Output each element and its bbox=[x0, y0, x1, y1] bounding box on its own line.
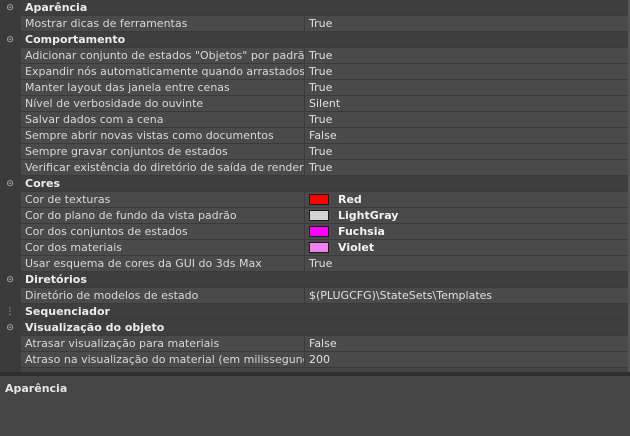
category-header-bg bbox=[21, 272, 630, 287]
property-value[interactable]: Red bbox=[305, 192, 630, 207]
property-name: Verificar existência do diretório de saí… bbox=[21, 160, 305, 175]
color-swatch[interactable] bbox=[309, 225, 329, 237]
property-value[interactable]: Violet bbox=[305, 240, 630, 255]
category-label: Cores bbox=[25, 177, 61, 190]
property-value-text: $(PLUGCFG)\StateSets\Templates bbox=[309, 289, 493, 302]
property-name: Atraso na visualização do material (em m… bbox=[21, 352, 305, 367]
property-value[interactable]: True bbox=[305, 64, 630, 79]
property-row[interactable]: Mostrar dicas de ferramentas True bbox=[0, 16, 630, 32]
category-header-bg bbox=[21, 0, 630, 15]
property-value[interactable]: True bbox=[305, 160, 630, 175]
property-row[interactable]: Cor dos materiais Violet bbox=[0, 240, 630, 256]
property-rows: ⊝ Aparência Mostrar dicas de ferramentas Tr… bbox=[0, 0, 630, 368]
property-value[interactable]: LightGray bbox=[305, 208, 630, 223]
color-swatch[interactable] bbox=[309, 241, 329, 253]
property-value[interactable]: False bbox=[305, 128, 630, 143]
property-value[interactable]: True bbox=[305, 48, 630, 63]
property-value[interactable]: True bbox=[305, 16, 630, 31]
expand-icon[interactable]: ⋮ bbox=[4, 304, 16, 320]
property-name: Expandir nós automaticamente quando arra… bbox=[21, 64, 305, 79]
property-value-text: True bbox=[309, 145, 333, 158]
property-row[interactable]: Usar esquema de cores da GUI do 3ds Max T… bbox=[0, 256, 630, 272]
property-name: Cor dos conjuntos de estados bbox=[21, 224, 305, 239]
property-value-text: 200 bbox=[309, 353, 330, 366]
property-name: Adicionar conjunto de estados "Objetos" … bbox=[21, 48, 305, 63]
category-label: Visualização do objeto bbox=[25, 321, 165, 334]
collapse-icon[interactable]: ⊝ bbox=[4, 0, 16, 16]
property-value[interactable]: True bbox=[305, 80, 630, 95]
category-4[interactable]: ⋮ Sequenciador bbox=[0, 304, 630, 320]
color-swatch[interactable] bbox=[309, 209, 329, 221]
property-value-text: True bbox=[309, 17, 333, 30]
color-swatch[interactable] bbox=[309, 193, 329, 205]
property-row[interactable]: Nível de verbosidade do ouvinte Silent bbox=[0, 96, 630, 112]
category-label: Sequenciador bbox=[25, 305, 110, 318]
property-value[interactable]: $(PLUGCFG)\StateSets\Templates bbox=[305, 288, 630, 303]
collapse-icon[interactable]: ⊝ bbox=[4, 176, 16, 192]
property-row[interactable]: Manter layout das janela entre cenas True bbox=[0, 80, 630, 96]
property-name: Salvar dados com a cena bbox=[21, 112, 305, 127]
property-name: Nível de verbosidade do ouvinte bbox=[21, 96, 305, 111]
property-row[interactable]: Cor dos conjuntos de estados Fuchsia bbox=[0, 224, 630, 240]
collapse-icon[interactable]: ⊝ bbox=[4, 272, 16, 288]
property-value[interactable]: False bbox=[305, 336, 630, 351]
property-value[interactable]: Silent bbox=[305, 96, 630, 111]
collapse-icon[interactable]: ⊝ bbox=[4, 32, 16, 48]
category-label: Comportamento bbox=[25, 33, 126, 46]
category-2[interactable]: ⊝ Cores bbox=[0, 176, 630, 192]
property-row[interactable]: Atraso na visualização do material (em m… bbox=[0, 352, 630, 368]
property-name: Usar esquema de cores da GUI do 3ds Max bbox=[21, 256, 305, 271]
category-0[interactable]: ⊝ Aparência bbox=[0, 0, 630, 16]
property-row[interactable]: Cor do plano de fundo da vista padrão Lig… bbox=[0, 208, 630, 224]
category-3[interactable]: ⊝ Diretórios bbox=[0, 272, 630, 288]
color-name: LightGray bbox=[338, 209, 399, 222]
property-name: Atrasar visualização para materiais bbox=[21, 336, 305, 351]
property-row[interactable]: Sempre abrir novas vistas como documento… bbox=[0, 128, 630, 144]
property-row[interactable]: Verificar existência do diretório de saí… bbox=[0, 160, 630, 176]
property-row[interactable]: Expandir nós automaticamente quando arra… bbox=[0, 64, 630, 80]
property-row[interactable]: Cor de texturas Red bbox=[0, 192, 630, 208]
property-name: Sempre gravar conjuntos de estados bbox=[21, 144, 305, 159]
category-header-bg bbox=[21, 176, 630, 191]
description-panel: Aparência bbox=[0, 375, 630, 436]
description-title: Aparência bbox=[5, 382, 68, 395]
property-value-text: Silent bbox=[309, 97, 341, 110]
property-value[interactable]: True bbox=[305, 112, 630, 127]
property-name: Diretório de modelos de estado bbox=[21, 288, 305, 303]
property-value[interactable]: True bbox=[305, 256, 630, 271]
property-name: Sempre abrir novas vistas como documento… bbox=[21, 128, 305, 143]
category-header-bg bbox=[21, 304, 630, 319]
property-name: Mostrar dicas de ferramentas bbox=[21, 16, 305, 31]
category-1[interactable]: ⊝ Comportamento bbox=[0, 32, 630, 48]
property-value-text: True bbox=[309, 257, 333, 270]
property-name: Cor do plano de fundo da vista padrão bbox=[21, 208, 305, 223]
property-row[interactable]: Atrasar visualização para materiais False bbox=[0, 336, 630, 352]
property-value[interactable]: Fuchsia bbox=[305, 224, 630, 239]
category-label: Diretórios bbox=[25, 273, 87, 286]
property-value-text: False bbox=[309, 337, 337, 350]
collapse-icon[interactable]: ⊝ bbox=[4, 320, 16, 336]
property-row[interactable]: Adicionar conjunto de estados "Objetos" … bbox=[0, 48, 630, 64]
property-row[interactable]: Sempre gravar conjuntos de estados True bbox=[0, 144, 630, 160]
category-label: Aparência bbox=[25, 1, 88, 14]
property-row[interactable]: Salvar dados com a cena True bbox=[0, 112, 630, 128]
property-grid[interactable]: ⊝ Aparência Mostrar dicas de ferramentas Tr… bbox=[0, 0, 630, 372]
property-row[interactable]: Diretório de modelos de estado $(PLUGCFG)… bbox=[0, 288, 630, 304]
category-5[interactable]: ⊝ Visualização do objeto bbox=[0, 320, 630, 336]
property-value[interactable]: 200 bbox=[305, 352, 630, 367]
property-name: Cor dos materiais bbox=[21, 240, 305, 255]
property-value[interactable]: True bbox=[305, 144, 630, 159]
property-value-text: True bbox=[309, 161, 333, 174]
property-name: Manter layout das janela entre cenas bbox=[21, 80, 305, 95]
color-name: Red bbox=[338, 193, 362, 206]
property-value-text: True bbox=[309, 81, 333, 94]
property-value-text: True bbox=[309, 113, 333, 126]
color-name: Fuchsia bbox=[338, 225, 385, 238]
property-value-text: True bbox=[309, 65, 333, 78]
property-value-text: True bbox=[309, 49, 333, 62]
color-name: Violet bbox=[338, 241, 375, 254]
property-value-text: False bbox=[309, 129, 337, 142]
property-name: Cor de texturas bbox=[21, 192, 305, 207]
